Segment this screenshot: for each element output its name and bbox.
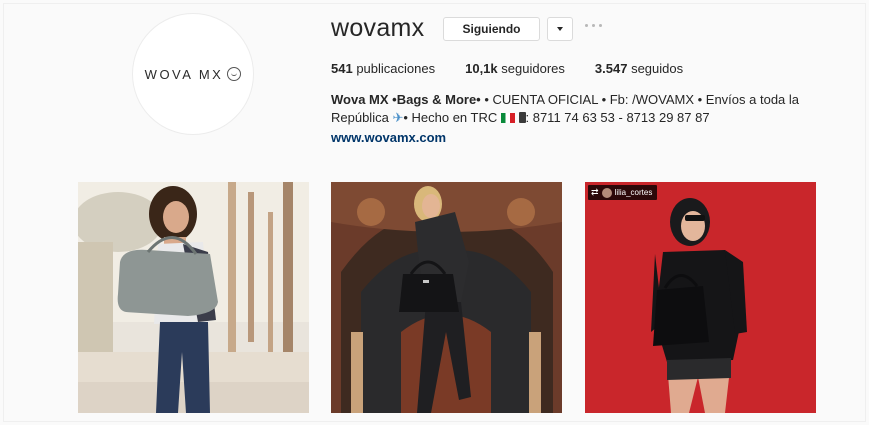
repost-username: lilia_cortes — [614, 188, 653, 197]
dot-icon — [599, 24, 602, 27]
profile-website-link[interactable]: www.wovamx.com — [331, 130, 446, 145]
bio-name: Wova MX •Bags & More• — [331, 92, 481, 107]
profile-page: WOVA MX wovamx Siguiendo 541 publicacion… — [0, 0, 869, 425]
dot-icon — [585, 24, 588, 27]
airplane-icon: ✈ — [392, 110, 404, 125]
followers-label: seguidores — [501, 61, 565, 76]
post-2-photo — [331, 182, 562, 413]
caret-down-icon — [557, 27, 563, 31]
repost-user-avatar — [601, 187, 612, 198]
repost-tag: ⇄ lilia_cortes — [588, 185, 658, 200]
repost-icon: ⇄ — [591, 187, 599, 197]
smile-logo-icon — [227, 67, 242, 81]
profile-bio: Wova MX •Bags & More• • CUENTA OFICIAL •… — [331, 91, 811, 127]
profile-stats: 541 publicaciones 10,1k seguidores 3.547… — [331, 61, 713, 76]
posts-label: publicaciones — [356, 61, 436, 76]
following-count: 3.547 — [594, 61, 628, 76]
following-label: seguidos — [631, 61, 684, 76]
post-3-photo — [585, 182, 816, 413]
following-button[interactable]: Siguiendo — [443, 17, 540, 41]
profile-username: wovamx — [331, 14, 425, 42]
posts-stat: 541 publicaciones — [331, 61, 435, 76]
post-thumbnail[interactable] — [78, 182, 309, 413]
brand-logo: WOVA MX — [145, 67, 242, 82]
profile-avatar[interactable]: WOVA MX — [133, 14, 253, 134]
bio-text-3: : 8711 74 63 53 - 8713 29 87 87 — [525, 110, 710, 125]
posts-count: 541 — [331, 61, 353, 76]
bio-text-2: • Hecho en TRC — [403, 110, 501, 125]
mexico-flag-icon — [500, 113, 515, 123]
suggestions-dropdown-button[interactable] — [547, 17, 573, 41]
followers-stat[interactable]: 10,1k seguidores — [465, 61, 565, 76]
post-thumbnail[interactable] — [331, 182, 562, 413]
dot-icon — [592, 24, 595, 27]
post-thumbnail[interactable]: ⇄ lilia_cortes — [585, 182, 816, 413]
more-options-button[interactable] — [585, 24, 602, 27]
following-stat[interactable]: 3.547 seguidos — [595, 61, 683, 76]
post-1-photo — [78, 182, 309, 413]
followers-count: 10,1k — [465, 61, 498, 76]
brand-logo-text: WOVA MX — [144, 66, 224, 82]
phone-icon — [518, 112, 526, 123]
